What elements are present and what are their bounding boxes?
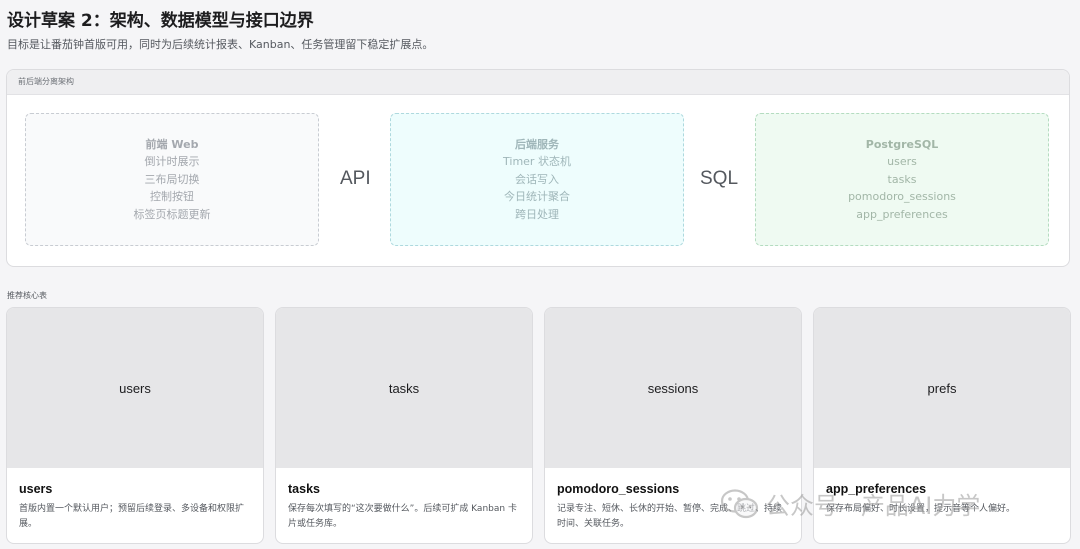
frontend-item: 控制按钮	[150, 190, 194, 204]
card-description: 记录专注、短休、长休的开始、暂停、完成、跳过、持续时间、关联任务。	[557, 504, 783, 529]
card-title: users	[19, 482, 53, 496]
frontend-box: 前端 Web 倒计时展示 三布局切换 控制按钮 标签页标题更新	[25, 113, 319, 246]
backend-item: 跨日处理	[515, 207, 559, 221]
database-item: app_preferences	[856, 207, 948, 221]
page-title: 设计草案 2：架构、数据模型与接口边界	[7, 11, 314, 31]
table-card-prefs[interactable]: prefs app_preferences 保存布局偏好、时长设置，提示音等个人…	[813, 307, 1071, 544]
frontend-item: 标签页标题更新	[133, 207, 211, 221]
architecture-panel-title: 前后端分离架构	[7, 70, 1069, 95]
database-item: users	[887, 155, 917, 169]
frontend-title: 前端 Web	[145, 137, 199, 151]
card-title: app_preferences	[826, 482, 927, 496]
page-subtitle: 目标是让番茄钟首版可用，同时为后续统计报表、Kanban、任务管理留下稳定扩展点…	[7, 38, 434, 51]
table-card-users[interactable]: users users 首版内置一个默认用户；预留后续登录、多设备和权限扩展。	[6, 307, 264, 544]
card-description: 首版内置一个默认用户；预留后续登录、多设备和权限扩展。	[19, 504, 245, 529]
card-description: 保存每次填写的“这次要做什么”。后续可扩成 Kanban 卡片或任务库。	[288, 504, 517, 529]
backend-item: 今日统计聚合	[504, 190, 570, 204]
database-item: pomodoro_sessions	[848, 190, 956, 204]
backend-item: Timer 状态机	[503, 155, 571, 169]
card-title: tasks	[288, 482, 320, 496]
card-title: pomodoro_sessions	[557, 482, 680, 496]
card-description: 保存布局偏好、时长设置，提示音等个人偏好。	[826, 504, 1016, 514]
frontend-item: 三布局切换	[144, 172, 200, 186]
backend-title: 后端服务	[515, 137, 559, 151]
tables-section-label: 推荐核心表	[7, 291, 47, 300]
architecture-panel: 前后端分离架构 前端 Web 倒计时展示 三布局切换 控制按钮 标签页标题更新 …	[6, 69, 1070, 267]
sql-connector-label: SQL	[700, 168, 739, 189]
backend-box: 后端服务 Timer 状态机 会话写入 今日统计聚合 跨日处理	[390, 113, 684, 246]
database-title: PostgreSQL	[865, 137, 939, 151]
card-thumbnail: tasks	[276, 308, 532, 468]
frontend-item: 倒计时展示	[144, 155, 200, 169]
api-connector-label: API	[340, 168, 371, 189]
table-card-sessions[interactable]: sessions pomodoro_sessions 记录专注、短休、长休的开始…	[544, 307, 802, 544]
card-thumbnail: users	[7, 308, 263, 468]
backend-item: 会话写入	[515, 172, 559, 186]
database-item: tasks	[887, 172, 917, 186]
card-thumbnail: prefs	[814, 308, 1070, 468]
table-card-tasks[interactable]: tasks tasks 保存每次填写的“这次要做什么”。后续可扩成 Kanban…	[275, 307, 533, 544]
card-thumbnail: sessions	[545, 308, 801, 468]
database-box: PostgreSQL users tasks pomodoro_sessions…	[755, 113, 1049, 246]
